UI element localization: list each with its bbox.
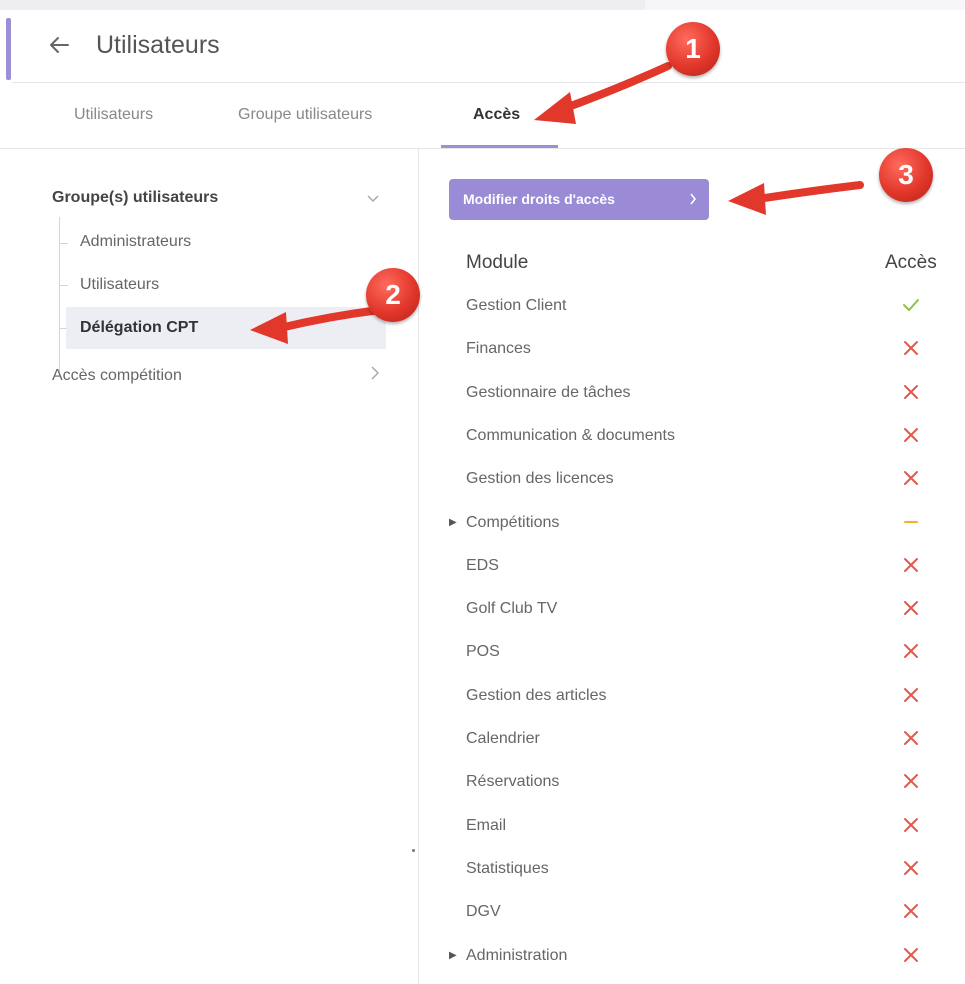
column-header-module: Module: [466, 252, 529, 273]
cross-icon: [904, 731, 918, 745]
header-accent-bar: [6, 18, 11, 80]
cross-icon: [904, 601, 918, 616]
chevron-right-icon: [690, 193, 697, 205]
tab-utilisateurs[interactable]: Utilisateurs: [74, 106, 153, 124]
module-name: Calendrier: [466, 730, 540, 747]
table-row: Calendrier: [419, 722, 965, 765]
caret-right-icon[interactable]: ▶: [449, 517, 457, 528]
cross-icon: [904, 774, 918, 789]
module-name: Administration: [466, 946, 568, 964]
table-row: ▶ Administration: [419, 939, 965, 982]
cross-icon: [904, 341, 918, 356]
resize-handle[interactable]: [412, 849, 415, 852]
tab-bar: Utilisateurs Groupe utilisateurs Accès: [0, 84, 965, 149]
annotation-badge-1: 1: [666, 22, 720, 76]
sidebar-group-title[interactable]: Groupe(s) utilisateurs: [52, 189, 218, 207]
module-name: EDS: [466, 556, 499, 574]
sidebar-item-acces-competition[interactable]: Accès compétition: [52, 367, 182, 385]
sidebar-item-administrateurs[interactable]: Administrateurs: [80, 233, 191, 251]
dash-icon: [904, 520, 918, 523]
sidebar: Groupe(s) utilisateurs Administrateurs U…: [0, 149, 419, 984]
check-icon: [903, 299, 919, 312]
cross-icon: [904, 904, 918, 919]
window-top-strip: [0, 0, 965, 10]
cross-icon: [904, 817, 918, 832]
table-row: Statistiques: [419, 852, 965, 895]
window-top-strip-light: [645, 0, 965, 10]
page-title: Utilisateurs: [96, 31, 220, 59]
table-row: Gestionnaire de tâches: [419, 376, 965, 419]
annotation-badge-2: 2: [366, 268, 420, 322]
module-name: Gestion des licences: [466, 470, 614, 488]
tab-acces[interactable]: Accès: [473, 106, 520, 124]
annotation-badge-3: 3: [879, 148, 933, 202]
module-name: Communication & documents: [466, 426, 675, 444]
modify-access-button[interactable]: Modifier droits d'accès: [449, 179, 709, 220]
sidebar-item-utilisateurs[interactable]: Utilisateurs: [80, 276, 159, 294]
cross-icon: [904, 557, 918, 572]
table-row: Gestion des articles: [419, 679, 965, 722]
cross-icon: [904, 644, 918, 659]
module-name: POS: [466, 643, 500, 661]
table-row: Gestion Client: [419, 289, 965, 332]
cross-icon: [904, 687, 918, 702]
table-row: Gestion des licences: [419, 462, 965, 505]
cross-icon: [904, 384, 918, 399]
main-panel: Modifier droits d'accès Module Accès Ges…: [419, 149, 965, 984]
table-row: Communication & documents: [419, 419, 965, 462]
page-header: Utilisateurs: [12, 10, 965, 83]
table-row: POS: [419, 635, 965, 678]
tree-tick: [59, 285, 68, 286]
module-name: Finances: [466, 340, 531, 358]
module-name: Réservations: [466, 773, 560, 791]
cross-icon: [904, 860, 918, 875]
tree-tick: [59, 243, 68, 244]
module-name: Gestion Client: [466, 297, 567, 314]
sidebar-item-label: Délégation CPT: [80, 319, 199, 336]
table-row: Golf Club TV: [419, 592, 965, 635]
chevron-right-icon[interactable]: [370, 365, 380, 381]
tree-line: [59, 217, 60, 372]
module-name: Gestionnaire de tâches: [466, 383, 631, 401]
caret-right-icon[interactable]: ▶: [449, 950, 457, 961]
sidebar-item-delegation-cpt[interactable]: Délégation CPT: [66, 307, 386, 349]
table-row: ▶ Compétitions: [419, 506, 965, 549]
chevron-down-icon[interactable]: [366, 193, 380, 203]
active-tab-indicator: [441, 145, 558, 148]
column-header-access: Accès: [885, 252, 937, 273]
cross-icon: [904, 427, 918, 442]
table-row: Réservations: [419, 765, 965, 808]
arrow-left-icon[interactable]: [46, 32, 72, 58]
table-row: EDS: [419, 549, 965, 592]
module-name: Golf Club TV: [466, 600, 558, 618]
table-row: Finances: [419, 332, 965, 375]
modify-access-label: Modifier droits d'accès: [463, 191, 615, 207]
cross-icon: [904, 947, 918, 962]
table-row: Email: [419, 809, 965, 852]
module-name: DGV: [466, 903, 501, 921]
table-row: DGV: [419, 895, 965, 938]
module-name: Compétitions: [466, 513, 560, 531]
tab-groupe-utilisateurs[interactable]: Groupe utilisateurs: [238, 106, 372, 124]
cross-icon: [904, 471, 918, 486]
module-name: Email: [466, 816, 507, 834]
module-name: Statistiques: [466, 859, 549, 877]
module-name: Gestion des articles: [466, 686, 607, 704]
